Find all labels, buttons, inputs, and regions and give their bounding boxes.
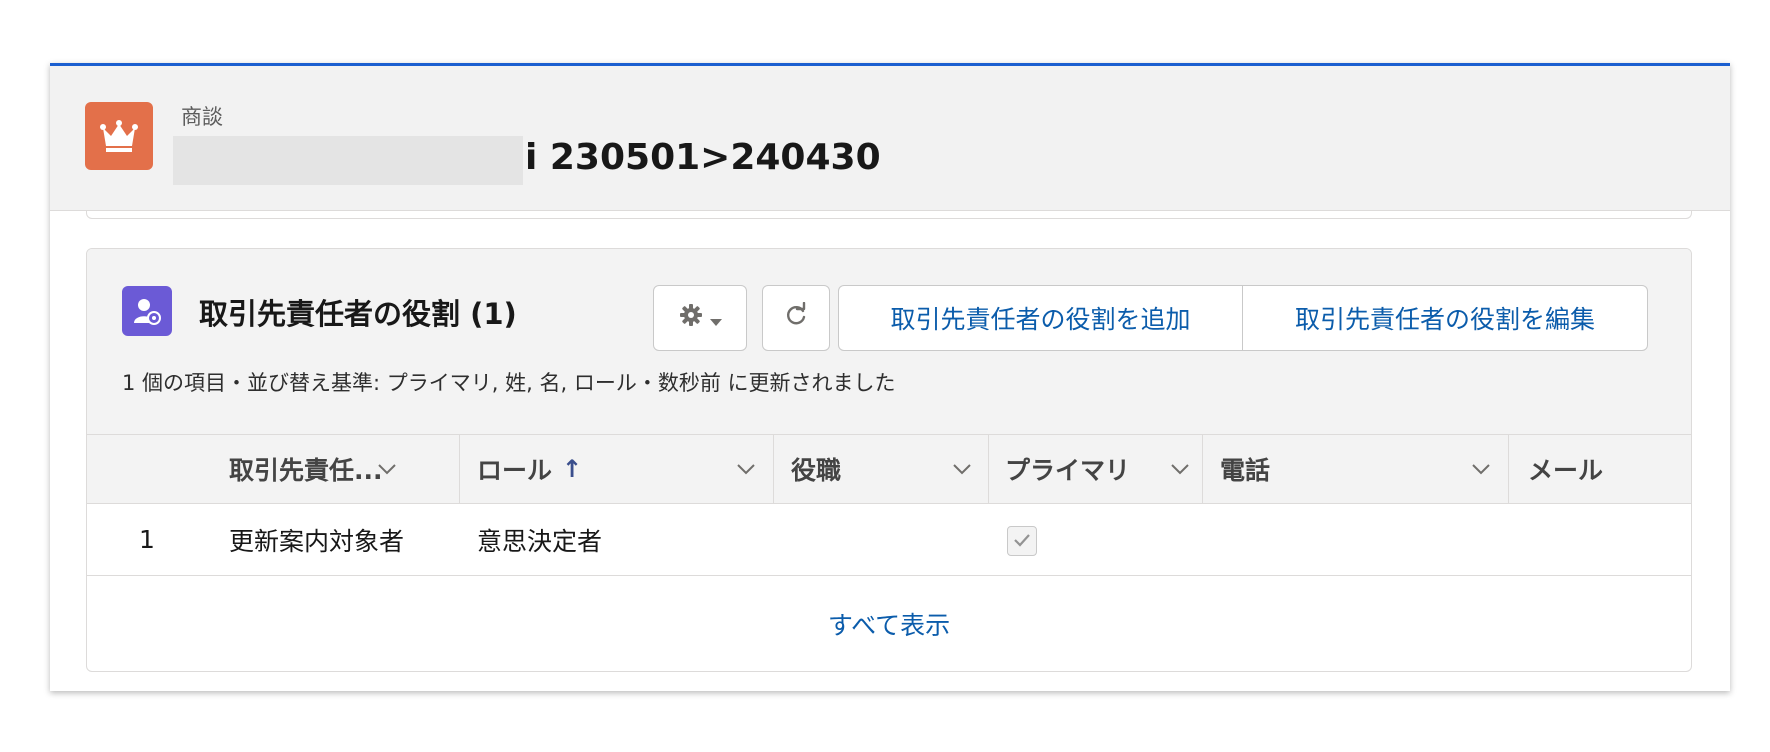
previous-section-edge: [86, 211, 1692, 219]
refresh-icon: [783, 301, 809, 334]
chevron-down-icon[interactable]: [376, 457, 398, 486]
column-divider[interactable]: [1202, 435, 1203, 503]
column-header-label: 電話: [1220, 456, 1271, 485]
chevron-down-icon[interactable]: [1169, 457, 1191, 486]
record-page-card: 商談 i 230501>240430 取引先責任者の役割 (1) 取引先責任者の…: [50, 63, 1730, 691]
related-list-header: 取引先責任者の役割 (1) 取引先責任者の役割を追加 取引先責任者の役割を編集 …: [87, 249, 1691, 434]
table-header: 取引先責任... ロール ↑ 役職 プライマリ 電話 メール: [87, 434, 1691, 504]
list-settings-button[interactable]: [653, 285, 747, 351]
related-list-title[interactable]: 取引先責任者の役割 (1): [199, 291, 517, 333]
column-header-role[interactable]: ロール ↑: [477, 435, 773, 503]
column-header-phone[interactable]: 電話: [1220, 435, 1508, 503]
record-name: i 230501>240430: [525, 137, 881, 178]
role-cell: 意思決定者: [477, 526, 603, 556]
contact-roles-related-list: 取引先責任者の役割 (1) 取引先責任者の役割を追加 取引先責任者の役割を編集 …: [86, 248, 1692, 672]
edit-contact-roles-button[interactable]: 取引先責任者の役割を編集: [1242, 285, 1648, 351]
chevron-down-icon[interactable]: [1470, 457, 1492, 486]
chevron-down-icon[interactable]: [735, 457, 757, 486]
chevron-down-icon: [710, 304, 722, 333]
gear-icon: [678, 302, 704, 334]
refresh-button[interactable]: [762, 285, 830, 351]
column-header-primary[interactable]: プライマリ: [1005, 435, 1201, 503]
sort-ascending-icon[interactable]: ↑: [562, 455, 582, 483]
table-row: 1 更新案内対象者 意思決定者: [87, 504, 1691, 576]
list-status-text: 1 個の項目・並び替え基準: プライマリ, 姓, 名, ロール・数秒前 に更新さ…: [122, 371, 896, 395]
column-header-label: メール: [1528, 456, 1604, 485]
column-header-label: 役職: [791, 456, 842, 485]
column-header-contact[interactable]: 取引先責任...: [229, 435, 414, 503]
crown-icon: [85, 102, 153, 170]
redacted-region: [173, 136, 523, 185]
add-contact-role-button[interactable]: 取引先責任者の役割を追加: [838, 285, 1243, 351]
column-divider[interactable]: [988, 435, 989, 503]
primary-checkbox: [1007, 526, 1037, 556]
column-header-label: 取引先責任...: [229, 456, 383, 485]
row-number: 1: [139, 525, 155, 554]
column-divider[interactable]: [773, 435, 774, 503]
chevron-down-icon[interactable]: [951, 457, 973, 486]
contact-name-link[interactable]: 更新案内対象者: [229, 504, 404, 575]
column-header-email[interactable]: メール: [1528, 435, 1688, 503]
column-header-label: プライマリ: [1005, 456, 1131, 485]
record-header: 商談 i 230501>240430: [50, 66, 1730, 211]
contact-role-icon: [122, 286, 172, 336]
column-header-title[interactable]: 役職: [791, 435, 989, 503]
column-header-label: ロール: [477, 456, 553, 485]
checkmark-icon: [1013, 532, 1031, 551]
record-type-label: 商談: [181, 105, 223, 129]
column-divider[interactable]: [459, 435, 460, 503]
column-divider[interactable]: [1508, 435, 1509, 503]
view-all-link[interactable]: すべて表示: [87, 576, 1691, 671]
